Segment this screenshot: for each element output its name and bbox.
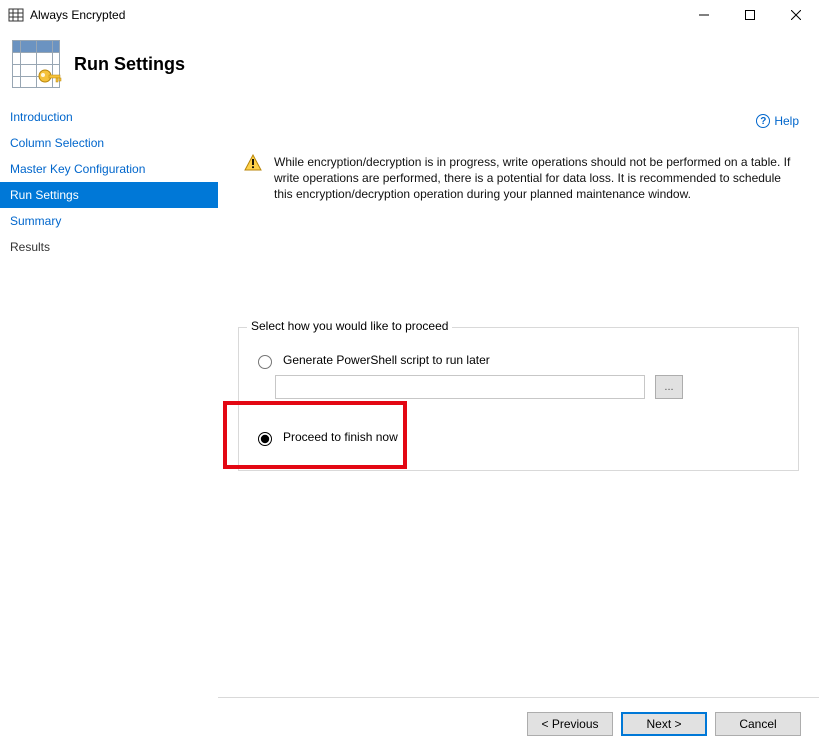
radio-proceed-now[interactable] (258, 432, 272, 446)
radio-generate-script-label: Generate PowerShell script to run later (283, 353, 490, 367)
next-button[interactable]: Next > (621, 712, 707, 736)
proceed-fieldset: Select how you would like to proceed Gen… (238, 327, 799, 471)
page-title: Run Settings (74, 54, 185, 75)
window-controls (681, 0, 819, 30)
browse-button[interactable]: ... (655, 375, 683, 399)
wizard-sidebar: Introduction Column Selection Master Key… (0, 102, 218, 749)
help-link[interactable]: ? Help (756, 114, 799, 128)
app-icon (8, 7, 24, 23)
help-icon: ? (756, 114, 770, 128)
wizard-header: Run Settings (0, 30, 819, 102)
maximize-button[interactable] (727, 0, 773, 30)
proceed-legend: Select how you would like to proceed (247, 319, 452, 333)
sidebar-item-introduction[interactable]: Introduction (0, 104, 218, 130)
warning-icon (244, 154, 264, 203)
main-panel: ? Help While encryption/decryption is in… (218, 102, 819, 749)
help-label: Help (774, 114, 799, 128)
warning-text: While encryption/decryption is in progre… (274, 154, 793, 203)
close-button[interactable] (773, 0, 819, 30)
radio-proceed-now-row[interactable]: Proceed to finish now (253, 429, 784, 446)
radio-proceed-now-label: Proceed to finish now (283, 430, 398, 444)
sidebar-item-column-selection[interactable]: Column Selection (0, 130, 218, 156)
sidebar-item-summary[interactable]: Summary (0, 208, 218, 234)
radio-generate-script[interactable] (258, 355, 272, 369)
window-title: Always Encrypted (30, 8, 125, 22)
sidebar-item-master-key-configuration[interactable]: Master Key Configuration (0, 156, 218, 182)
sidebar-item-run-settings[interactable]: Run Settings (0, 182, 218, 208)
radio-generate-script-row[interactable]: Generate PowerShell script to run later (253, 352, 784, 369)
minimize-button[interactable] (681, 0, 727, 30)
title-bar: Always Encrypted (0, 0, 819, 30)
previous-button[interactable]: < Previous (527, 712, 613, 736)
sidebar-item-results: Results (0, 234, 218, 260)
wizard-footer: < Previous Next > Cancel (218, 697, 819, 749)
script-path-input[interactable] (275, 375, 645, 399)
table-key-icon (12, 40, 60, 88)
cancel-button[interactable]: Cancel (715, 712, 801, 736)
warning-banner: While encryption/decryption is in progre… (238, 154, 799, 203)
